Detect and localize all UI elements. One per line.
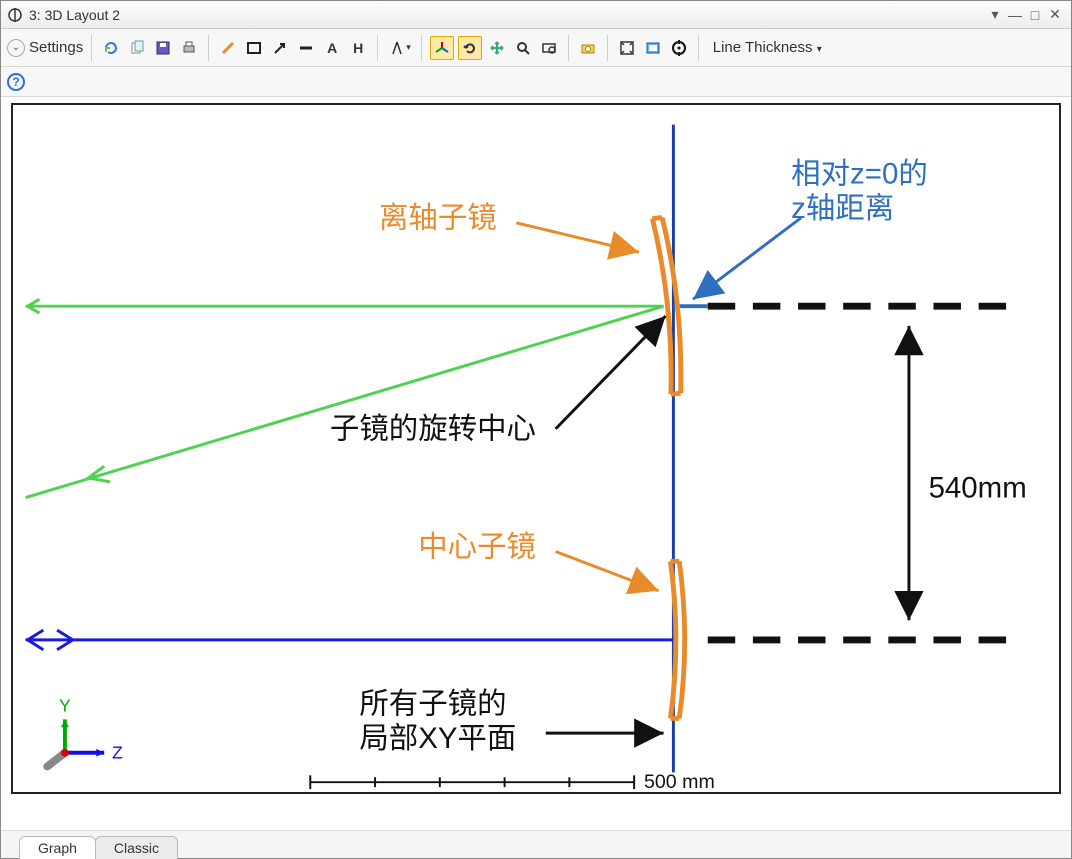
axis-y-label: Y: [59, 696, 71, 716]
z-distance-label-2: z轴距离: [791, 192, 894, 225]
print-button[interactable]: [178, 36, 200, 60]
camera-tool[interactable]: [577, 36, 599, 60]
center-mirror-label: 中心子镜: [418, 530, 536, 563]
line-thickness-dropdown[interactable]: Line Thickness ▾: [707, 39, 828, 56]
expand-toggle[interactable]: ⌄: [7, 39, 25, 57]
coordinate-triad: Y Z: [47, 696, 123, 767]
zoom-icon: [514, 39, 532, 57]
maximize-button[interactable]: □: [1025, 7, 1045, 23]
line-icon: [297, 39, 315, 57]
dimension-icon: H: [349, 39, 367, 57]
axis-tool[interactable]: [430, 36, 454, 60]
diagram-svg[interactable]: 540mm 相对z=0的 z轴距离: [13, 105, 1059, 792]
layers-tool[interactable]: [642, 36, 664, 60]
line-thickness-label: Line Thickness: [713, 39, 813, 56]
save-icon: [154, 39, 172, 57]
center-mirror-arrow: [556, 552, 659, 591]
off-axis-arrow: [516, 223, 639, 252]
xy-plane-label-1: 所有子镜的: [359, 687, 506, 720]
copy-button[interactable]: [126, 36, 148, 60]
dropdown-button[interactable]: ▾: [985, 6, 1005, 23]
zoom-rect-tool[interactable]: [538, 36, 560, 60]
titlebar: 3: 3D Layout 2 ▾ — □ ✕: [1, 1, 1071, 29]
scale-bar: 500 mm: [310, 771, 715, 792]
pan-icon: [488, 39, 506, 57]
rotate-icon: [461, 39, 479, 57]
copy-icon: [128, 39, 146, 57]
fit-icon: [618, 39, 636, 57]
canvas-area: 540mm 相对z=0的 z轴距离: [1, 97, 1071, 830]
xy-plane-label-2: 局部XY平面: [359, 722, 516, 755]
scale-bar-label: 500 mm: [644, 771, 715, 792]
refresh-button[interactable]: [100, 36, 122, 60]
text-icon: A: [323, 39, 341, 57]
minimize-button[interactable]: —: [1005, 7, 1025, 23]
dimension-tool[interactable]: H: [347, 36, 369, 60]
tab-graph[interactable]: Graph: [19, 836, 96, 859]
pan-tool[interactable]: [486, 36, 508, 60]
rectangle-icon: [245, 39, 263, 57]
print-icon: [180, 39, 198, 57]
compass-icon: [388, 39, 406, 57]
pencil-icon: [219, 39, 237, 57]
target-icon: [670, 39, 688, 57]
toolbar: ⌄ Settings A H ▾ Line Thickness ▾: [1, 29, 1071, 67]
tab-bar: Graph Classic: [1, 830, 1071, 858]
window-title: 3: 3D Layout 2: [29, 7, 120, 23]
rotation-center-label: 子镜的旋转中心: [330, 413, 536, 446]
ray-reflected: [26, 306, 664, 497]
pencil-tool[interactable]: [217, 36, 239, 60]
refresh-icon: [102, 39, 120, 57]
z-distance-label-1: 相对z=0的: [791, 158, 928, 191]
rotate-tool[interactable]: [458, 36, 482, 60]
dimension-value: 540mm: [929, 472, 1027, 505]
secondary-toolbar: ?: [1, 67, 1071, 97]
zoom-rect-icon: [540, 39, 558, 57]
line-tool[interactable]: [295, 36, 317, 60]
z-distance-arrow: [693, 218, 801, 299]
save-button[interactable]: [152, 36, 174, 60]
axis-z-label: Z: [112, 743, 123, 763]
help-button[interactable]: ?: [7, 73, 25, 91]
arrow-tool[interactable]: [269, 36, 291, 60]
camera-icon: [579, 39, 597, 57]
layers-icon: [644, 39, 662, 57]
off-axis-label: 离轴子镜: [379, 202, 497, 235]
app-icon: [7, 7, 23, 23]
target-tool[interactable]: [668, 36, 690, 60]
zoom-tool[interactable]: [512, 36, 534, 60]
text-tool[interactable]: A: [321, 36, 343, 60]
axis-icon: [433, 39, 451, 57]
close-button[interactable]: ✕: [1045, 6, 1065, 23]
fit-tool[interactable]: [616, 36, 638, 60]
tab-classic[interactable]: Classic: [95, 836, 178, 859]
settings-button[interactable]: Settings: [29, 39, 83, 56]
arrow-icon: [271, 39, 289, 57]
viewport-border: 540mm 相对z=0的 z轴距离: [11, 103, 1061, 794]
rectangle-tool[interactable]: [243, 36, 265, 60]
compass-tool[interactable]: ▾: [386, 36, 413, 60]
window-root: 3: 3D Layout 2 ▾ — □ ✕ ⌄ Settings A H ▾: [0, 0, 1072, 859]
